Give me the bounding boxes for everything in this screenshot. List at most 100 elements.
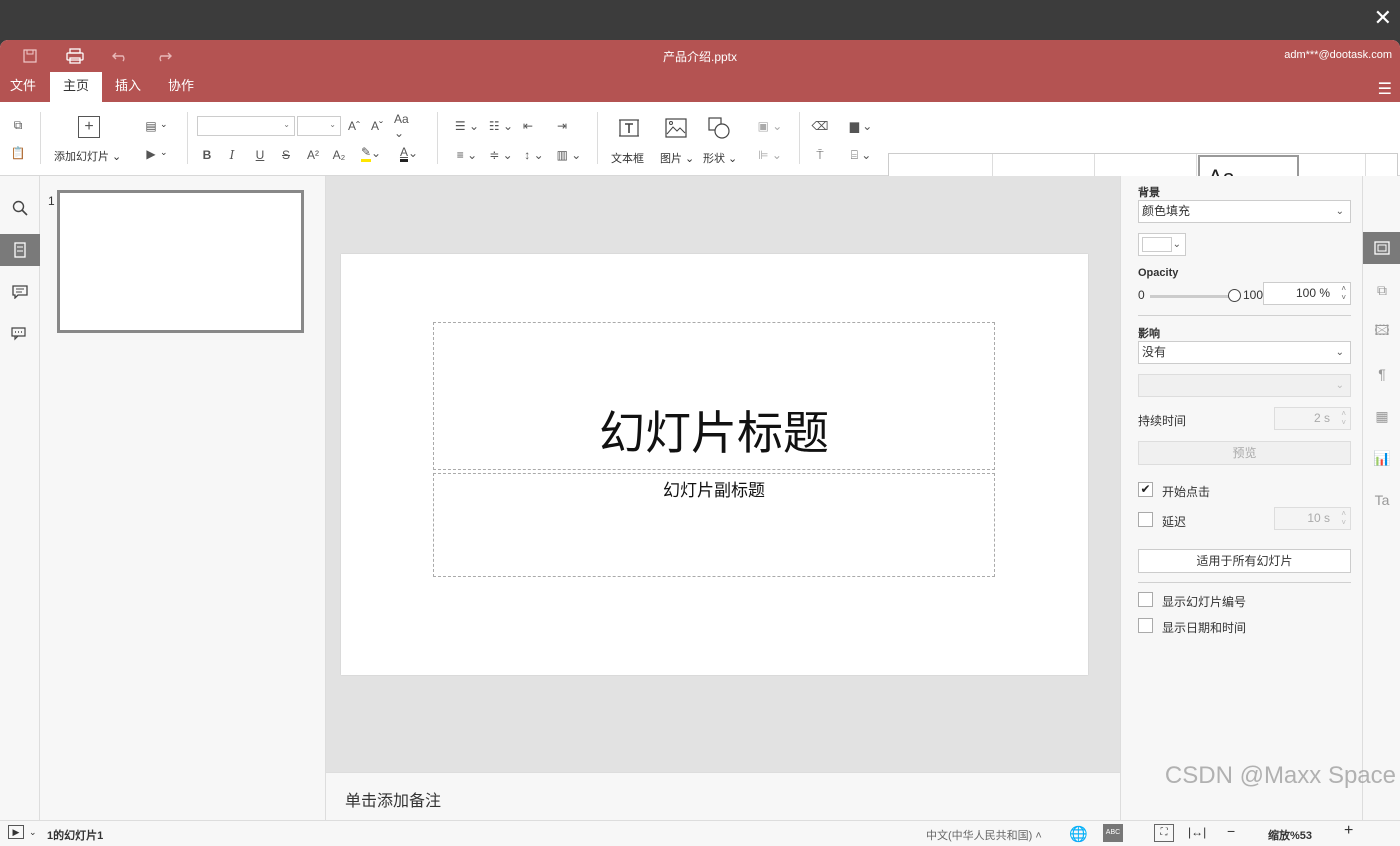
slide-canvas-area: 幻灯片标题 幻灯片副标题: [326, 176, 1120, 772]
slide-settings-icon[interactable]: [1363, 232, 1400, 264]
play-slideshow-icon[interactable]: ▶: [8, 825, 24, 839]
numbering-icon[interactable]: ☷ ⌄: [486, 117, 516, 135]
highlight-color-icon[interactable]: ✎ ⌄: [356, 144, 386, 162]
textbox-button[interactable]: 文本框: [611, 150, 644, 166]
opacity-min: 0: [1138, 288, 1145, 302]
opacity-slider-handle[interactable]: [1228, 289, 1241, 302]
close-icon[interactable]: ✕: [1374, 6, 1392, 30]
zoom-out-icon[interactable]: −: [1227, 823, 1235, 839]
slides-panel-icon[interactable]: [0, 234, 40, 266]
slide-size-icon[interactable]: ⌸ ⌄: [845, 146, 877, 164]
chat-icon[interactable]: [0, 318, 40, 350]
font-color-icon[interactable]: A ⌄: [394, 144, 424, 162]
transition-effect-select[interactable]: 没有 ⌄: [1138, 341, 1351, 364]
show-date-time-checkbox[interactable]: [1138, 618, 1153, 633]
image-icon[interactable]: [664, 116, 688, 140]
italic-icon[interactable]: I: [223, 146, 241, 164]
color-scheme-icon[interactable]: ▆ ⌄: [845, 117, 877, 135]
slide-counter: 1的幻灯片1: [47, 830, 104, 842]
spellcheck-icon[interactable]: ABC: [1103, 824, 1123, 842]
notes-area[interactable]: 单击添加备注: [326, 772, 1120, 820]
change-case-icon[interactable]: Aa ⌄: [394, 112, 422, 140]
font-size-select[interactable]: ⌄: [297, 116, 341, 136]
user-email[interactable]: adm***@dootask.com: [1284, 49, 1392, 61]
comments-icon[interactable]: [0, 276, 40, 308]
duration-input[interactable]: 2 s ˄ ˅: [1274, 407, 1351, 430]
apply-to-all-slides-button[interactable]: 适用于所有幻灯片: [1138, 549, 1351, 573]
delay-label: 延迟: [1162, 515, 1187, 529]
image-settings-icon[interactable]: 🖾: [1363, 316, 1400, 348]
shape-icon[interactable]: [707, 116, 731, 140]
delay-checkbox[interactable]: [1138, 512, 1153, 527]
columns-icon[interactable]: ▥ ⌄: [554, 146, 584, 164]
play-options-caret[interactable]: ⌄: [29, 827, 37, 838]
start-on-click-checkbox[interactable]: ✔: [1138, 482, 1153, 497]
textbox-icon[interactable]: [617, 116, 641, 140]
menu-hamburger-icon[interactable]: ☰: [1378, 79, 1392, 99]
opacity-input[interactable]: 100 % ˄ ˅: [1263, 282, 1351, 305]
effect-label: 影响: [1138, 328, 1160, 340]
status-bar: ▶ ⌄ 1的幻灯片1 中文(中华人民共和国) ˄ 🌐 ABC ⛶ |↔| − 缩…: [0, 820, 1400, 846]
line-spacing-icon[interactable]: ↕ ⌄: [519, 146, 549, 164]
show-slide-number-label: 显示幻灯片编号: [1162, 595, 1247, 609]
opacity-slider-track[interactable]: [1150, 295, 1234, 298]
menu-bar: 文件 主页 插入 协作 ☰: [0, 72, 1400, 102]
font-family-select[interactable]: ⌄: [197, 116, 295, 136]
text-art-settings-icon[interactable]: Ta: [1363, 484, 1400, 516]
language-selector[interactable]: 中文(中华人民共和国) ˄: [926, 827, 1042, 843]
tab-file[interactable]: 文件: [0, 72, 46, 102]
tab-insert[interactable]: 插入: [105, 72, 151, 102]
copy-style-icon[interactable]: ⍑: [811, 146, 829, 164]
layout-dropdown-caret[interactable]: ⌄: [160, 119, 168, 130]
title-bar: 产品介绍.pptx adm***@dootask.com: [0, 40, 1400, 72]
align-shapes-icon[interactable]: ⊫ ⌄: [754, 146, 786, 164]
slide-thumbnails-panel: 1: [40, 176, 326, 820]
fill-color-picker[interactable]: ⌄: [1138, 233, 1186, 256]
slideshow-dropdown-caret[interactable]: ⌄: [160, 147, 168, 158]
slide-title: 幻灯片标题: [599, 406, 829, 460]
underline-icon[interactable]: U: [251, 146, 269, 164]
globe-icon[interactable]: 🌐: [1069, 825, 1088, 843]
paste-icon[interactable]: 📋: [9, 144, 27, 162]
zoom-level: 缩放%53: [1268, 830, 1313, 842]
add-slide-icon[interactable]: +: [78, 116, 100, 138]
chart-settings-icon[interactable]: 📊: [1363, 442, 1400, 474]
clear-style-icon[interactable]: ⌫: [811, 117, 829, 135]
increase-font-icon[interactable]: Aˆ: [345, 117, 363, 135]
delay-input[interactable]: 10 s ˄ ˅: [1274, 507, 1351, 530]
tab-collaborate[interactable]: 协作: [158, 72, 204, 102]
background-fill-select[interactable]: 颜色填充 ⌄: [1138, 200, 1351, 223]
search-icon[interactable]: [0, 192, 40, 224]
show-slide-number-checkbox[interactable]: [1138, 592, 1153, 607]
shape-settings-icon[interactable]: ⧉: [1363, 274, 1400, 306]
add-slide-button[interactable]: 添加幻灯片 ⌄: [54, 148, 121, 164]
bullets-icon[interactable]: ☰ ⌄: [452, 117, 482, 135]
decrease-indent-icon[interactable]: ⇤: [519, 117, 537, 135]
paragraph-settings-icon[interactable]: ¶: [1363, 358, 1400, 390]
bold-icon[interactable]: B: [198, 146, 216, 164]
superscript-icon[interactable]: A²: [304, 146, 322, 164]
arrange-icon[interactable]: ▣ ⌄: [754, 117, 786, 135]
image-button[interactable]: 图片 ⌄: [660, 150, 694, 166]
slide-thumbnail[interactable]: [57, 190, 304, 333]
shape-button[interactable]: 形状 ⌄: [703, 150, 737, 166]
fit-width-icon[interactable]: |↔|: [1188, 825, 1206, 839]
align-left-icon[interactable]: ≡ ⌄: [452, 146, 482, 164]
decrease-font-icon[interactable]: Aˇ: [368, 117, 386, 135]
strikethrough-icon[interactable]: S: [277, 146, 295, 164]
zoom-in-icon[interactable]: +: [1344, 822, 1353, 840]
slide[interactable]: 幻灯片标题 幻灯片副标题: [341, 254, 1088, 675]
increase-indent-icon[interactable]: ⇥: [553, 117, 571, 135]
vertical-align-icon[interactable]: ≑ ⌄: [486, 146, 516, 164]
fit-slide-icon[interactable]: ⛶: [1154, 824, 1174, 842]
slideshow-icon[interactable]: ▶: [142, 145, 160, 163]
copy-icon[interactable]: ⧉: [9, 116, 27, 134]
layout-icon[interactable]: ▤: [142, 117, 160, 135]
transition-variant-select[interactable]: ⌄: [1138, 374, 1351, 397]
subtitle-placeholder[interactable]: 幻灯片副标题: [433, 473, 995, 577]
table-settings-icon[interactable]: ▦: [1363, 400, 1400, 432]
subscript-icon[interactable]: A₂: [330, 146, 348, 164]
tab-home[interactable]: 主页: [50, 72, 102, 102]
preview-button[interactable]: 预览: [1138, 441, 1351, 465]
title-placeholder[interactable]: 幻灯片标题: [433, 322, 995, 470]
